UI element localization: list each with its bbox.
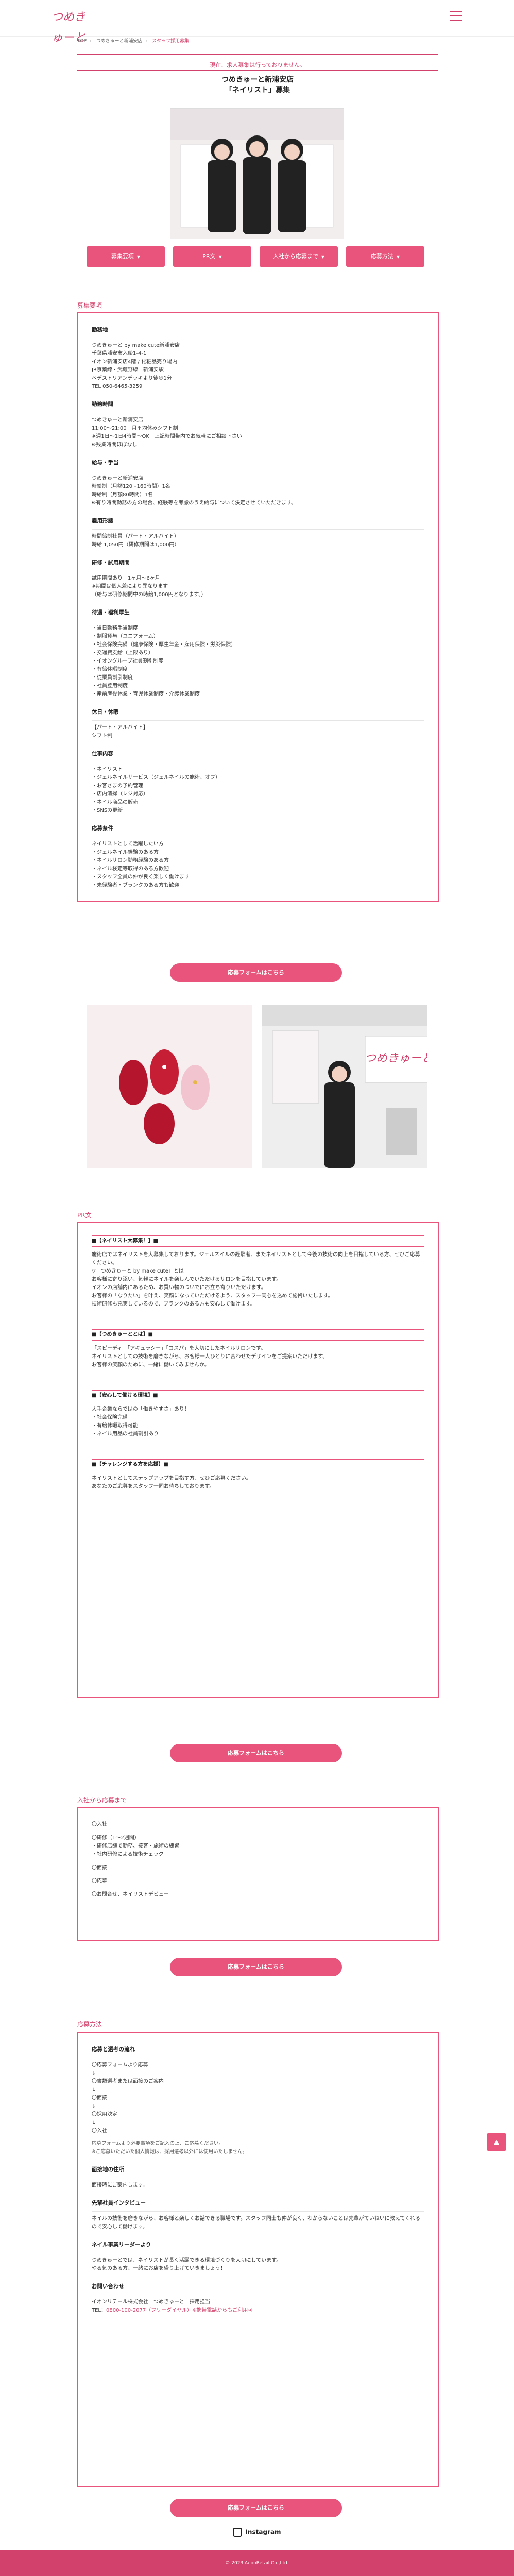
chevron-down-icon: ▼ (321, 255, 325, 259)
interview-place-text: 面接時にご案内します。 (92, 2182, 148, 2188)
heading-apply-flow: 応募と選考の流れ (92, 2046, 135, 2053)
flow-step: 〇研修（1～2週間） ・研修店舗で勤務、接客・施術の練習 ・社内研修による技術チ… (92, 1835, 179, 1857)
heading-holiday: 休日・休暇 (92, 709, 119, 715)
site-header: つめきゅーと (0, 0, 514, 44)
apply-note: 応募フォームより必要事項をご記入の上、ご応募ください。 ※ご応募いただいた個人情… (92, 2141, 248, 2155)
nav-pr-button[interactable]: PR文 ▼ (173, 246, 251, 267)
instagram-link[interactable]: Instagram (77, 2528, 437, 2537)
heading-job-content: 仕事内容 (92, 751, 113, 757)
flow-step: 〇面接 (92, 1865, 107, 1871)
shop-name: つめきゅーと新浦安店 (221, 76, 294, 84)
menu-icon[interactable] (450, 11, 462, 21)
apply-form-button[interactable]: 応募フォームはこちら (170, 2499, 342, 2517)
arrow-up-icon[interactable]: ▲ (487, 2133, 506, 2151)
divider (77, 54, 438, 55)
pr-title-2: ■【つめきゅーととは】■ (92, 1329, 424, 1341)
page-title: つめきゅーと新浦安店 「ネイリスト」募集 (77, 75, 438, 95)
chevron-down-icon: ▼ (396, 255, 400, 259)
heading-trial: 研修・試用期間 (92, 560, 130, 566)
nav-recruit-button[interactable]: 募集要項 ▼ (87, 246, 165, 267)
section-label-flow: 入社から応募まで (77, 1797, 127, 1804)
breadcrumb-current: スタッフ採用募集 (152, 39, 190, 44)
nav-flow-button[interactable]: 入社から応募まで ▼ (260, 246, 338, 267)
breadcrumb-home[interactable]: TOP (77, 39, 87, 44)
heading-interview-place: 面接地の住所 (92, 2166, 124, 2173)
heading-location: 勤務地 (92, 327, 108, 333)
apply-flow-text: 〇応募フォームより応募 ↓ 〇書類選考または面接のご案内 ↓ 〇面接 ↓ 〇採用… (92, 2062, 164, 2134)
howto-card: 応募と選考の流れ 〇応募フォームより応募 ↓ 〇書類選考または面接のご案内 ↓ … (77, 2032, 439, 2487)
pr-body-2: 「スピーディ」「アキュラシー」「コスパ」を大切にしたネイルサロンです。 ネイリス… (92, 1346, 328, 1368)
heading-salary: 給与・手当 (92, 460, 119, 466)
heading-hours: 勤務時間 (92, 401, 113, 408)
flow-step: 〇お問合せ、ネイリストデビュー (92, 1892, 169, 1897)
recruit-card: 勤務地 つめきゅーと by make cute新浦安店 千葉県浦安市入船1-4-… (77, 312, 439, 902)
pr-body-3: 大手企業ならではの「働きやすさ」あり！ ・社会保険完備 ・有給休暇取得可能 ・ネ… (92, 1406, 190, 1437)
instagram-icon (233, 2528, 243, 2537)
pr-body-4: ネイリストとしてステップアップを目指す方、ぜひご応募ください。 あなたのご応募を… (92, 1476, 251, 1489)
pr-title-4: ■【チャレンジする方を応援】■ (92, 1459, 424, 1470)
location-text: つめきゅーと by make cute新浦安店 千葉県浦安市入船1-4-1 イオ… (92, 343, 180, 389)
flow-card: 〇入社 〇研修（1～2週間） ・研修店舗で勤務、接客・施術の練習 ・社内研修によ… (77, 1807, 439, 1941)
requirements-text: ネイリストとして活躍したい方 ・ジェルネイル経験のある方 ・ネイルサロン勤務経験… (92, 841, 190, 888)
nail-photo (87, 1005, 252, 1168)
job-title: 「ネイリスト」募集 (225, 86, 290, 94)
pr-body-1: 施術店ではネイリストを大募集しております。ジェルネイルの経験者、またネイリストと… (92, 1252, 420, 1307)
job-content-text: ・ネイリスト ・ジェルネイルサービス（ジェルネイルの施術、オフ） ・お客さまの予… (92, 767, 220, 814)
tel-label: TEL： (92, 2308, 106, 2313)
brand-logo[interactable]: つめきゅーと (52, 7, 90, 44)
staff-photo (170, 108, 344, 239)
footer: © 2023 AeonRetail Co.,Ltd. (0, 2550, 514, 2576)
hours-text: つめきゅーと新浦安店 11:00～21:00 月平均休みシフト制 ※週1日～1日… (92, 417, 242, 448)
leader-message-text: つめきゅーとでは、ネイリストが長く活躍できる環境づくりを大切にしています。 やる… (92, 2258, 282, 2272)
holiday-text: 【パート・アルバイト】 シフト制 (92, 725, 148, 739)
copyright: © 2023 AeonRetail Co.,Ltd. (225, 2561, 289, 2566)
pr-card: ■【ネイリスト大募集！】■ 施術店ではネイリストを大募集しております。ジェルネイ… (77, 1222, 439, 1698)
welfare-text: ・当日勤務手当制度 ・制服貸与（ユニフォーム） ・社会保険完備（健康保険・厚生年… (92, 625, 236, 697)
breadcrumb: TOP › つめきゅーと新浦安店 › スタッフ採用募集 (77, 39, 190, 44)
breadcrumb-area[interactable]: つめきゅーと新浦安店 (96, 39, 143, 44)
apply-form-button[interactable]: 応募フォームはこちら (170, 1958, 342, 1976)
salary-text: つめきゅーと新浦安店 時給制（月額120~160時間）1名 時給制（月額80時間… (92, 476, 297, 506)
tel-link[interactable]: 0800-100-2077（フリーダイヤル）※携帯電話からもご利用可 (106, 2308, 253, 2313)
notice-text: 現在、求人募集は行っておりません。 (210, 62, 305, 69)
flow-step: 〇入社 (92, 1822, 107, 1827)
apply-form-button[interactable]: 応募フォームはこちら (170, 1744, 342, 1762)
section-label-pr: PR文 (77, 1212, 92, 1219)
apply-form-button[interactable]: 応募フォームはこちら (170, 963, 342, 982)
shop-photo: つめきゅーと (262, 1005, 427, 1168)
trial-text: 試用期間あり 1ヶ月～6ヶ月 ※期間は個人差により異なります （給与は研修期間中… (92, 575, 207, 598)
heading-senior-interview: 先輩社員インタビュー (92, 2200, 146, 2206)
chevron-down-icon: ▼ (136, 255, 141, 259)
divider (77, 70, 438, 71)
heading-leader-message: ネイル事業リーダーより (92, 2242, 151, 2248)
heading-requirements: 応募条件 (92, 825, 113, 832)
contact-company: イオンリテール株式会社 つめきゅーと 採用担当 (92, 2299, 210, 2305)
employment-type-text: 時間給制社員（パート・アルバイト） 時給 1,050円（研修期間は1,000円） (92, 534, 180, 548)
senior-interview-text: ネイルの技術を磨きながら、お客様と楽しくお話できる職場です。スタッフ同士も仲が良… (92, 2216, 420, 2230)
heading-employment-type: 雇用形態 (92, 518, 113, 524)
pr-title-3: ■【安心して働ける環境】■ (92, 1390, 424, 1401)
section-label-howto: 応募方法 (77, 2021, 102, 2028)
chevron-down-icon: ▼ (218, 255, 222, 259)
flow-step: 〇応募 (92, 1878, 107, 1884)
heading-contact: お問い合わせ (92, 2283, 124, 2290)
nav-howto-button[interactable]: 応募方法 ▼ (346, 246, 424, 267)
pr-title-1: ■【ネイリスト大募集！】■ (92, 1235, 424, 1247)
section-label-recruit: 募集要項 (77, 302, 102, 309)
heading-welfare: 待遇・福利厚生 (92, 609, 130, 616)
svg-text:つめきゅーと: つめきゅーと (365, 1052, 427, 1065)
